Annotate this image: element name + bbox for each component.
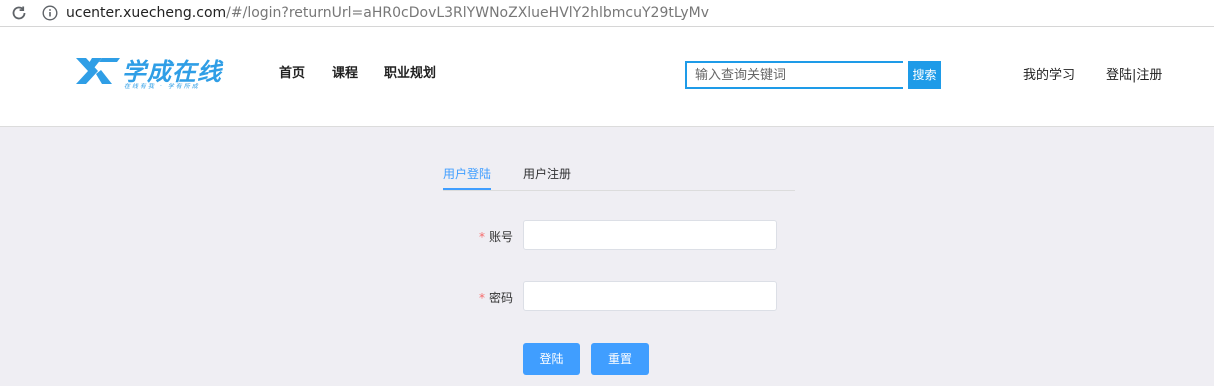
nav-home[interactable]: 首页	[279, 62, 305, 81]
my-learning-link-wrap: 我的学习	[1023, 64, 1075, 83]
logo-slogan: 在线有我 · 学有所成	[124, 83, 200, 90]
url-field[interactable]: ucenter.xuecheng.com/#/login?returnUrl=a…	[66, 3, 709, 23]
account-label: * 账号	[453, 228, 513, 245]
login-register-link[interactable]: 登陆|注册	[1106, 68, 1162, 83]
account-label-text: 账号	[488, 230, 513, 244]
password-label: * 密码	[453, 289, 513, 306]
account-field[interactable]	[523, 220, 777, 250]
login-tabs: 用户登陆 用户注册	[443, 166, 795, 191]
reset-button[interactable]: 重置	[591, 343, 649, 375]
search-input[interactable]	[685, 61, 903, 89]
password-field[interactable]	[523, 281, 777, 311]
search-button[interactable]: 搜索	[908, 61, 941, 89]
nav-courses[interactable]: 课程	[332, 62, 358, 81]
browser-address-bar: ucenter.xuecheng.com/#/login?returnUrl=a…	[0, 0, 1214, 27]
required-mark: *	[478, 291, 485, 305]
reload-icon[interactable]	[10, 4, 28, 22]
tab-user-register[interactable]: 用户注册	[523, 166, 571, 182]
login-register-link-wrap: 登陆|注册	[1106, 64, 1162, 83]
login-button[interactable]: 登陆	[523, 343, 580, 375]
logo-mark-icon	[76, 58, 120, 84]
required-mark: *	[478, 230, 485, 244]
nav-career-planning[interactable]: 职业规划	[384, 62, 436, 81]
password-label-text: 密码	[488, 291, 513, 305]
site-logo[interactable]: 学成在线 在线有我 · 学有所成	[72, 52, 237, 92]
url-host: ucenter.xuecheng.com	[66, 5, 227, 21]
search-box: 搜索	[685, 61, 941, 89]
site-info-icon[interactable]	[42, 5, 58, 21]
site-header: 学成在线 在线有我 · 学有所成 首页 课程 职业规划 搜索 我的学习 登陆|注…	[0, 27, 1214, 127]
my-learning-link[interactable]: 我的学习	[1023, 68, 1075, 83]
url-path: /#/login?returnUrl=aHR0cDovL3RlYWNoZXlue…	[226, 5, 709, 21]
tab-user-login[interactable]: 用户登陆	[443, 166, 492, 190]
